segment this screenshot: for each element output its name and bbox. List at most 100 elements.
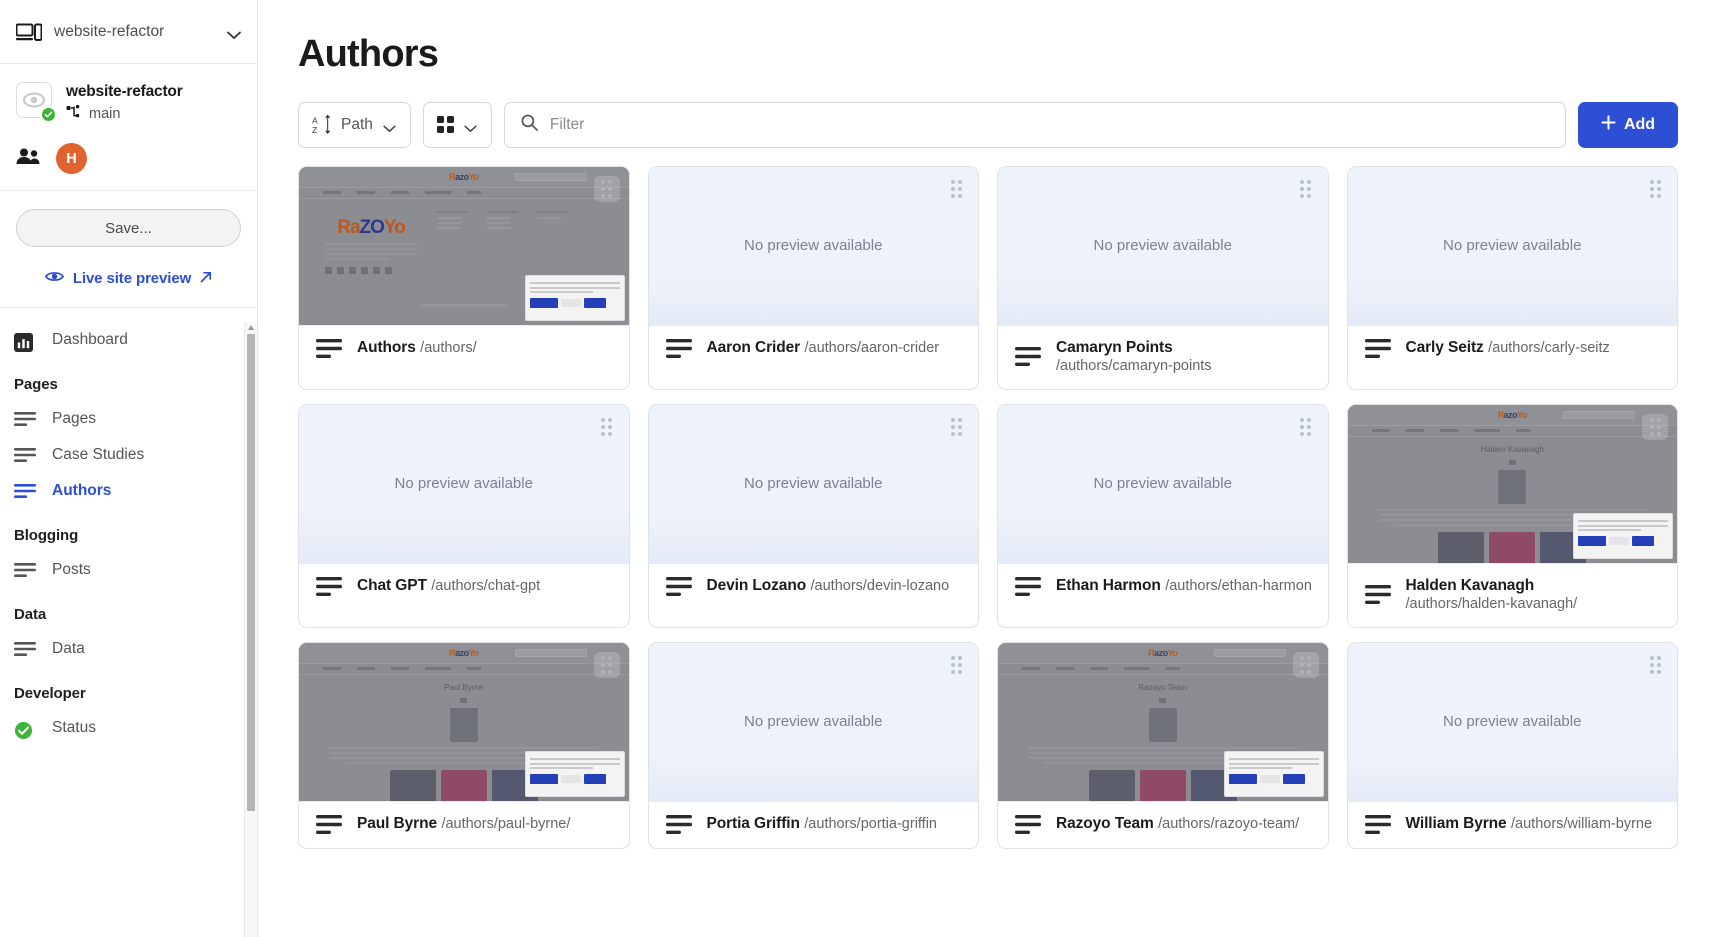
drag-handle-icon[interactable] [943,414,969,440]
no-preview-label: No preview available [1094,475,1232,492]
sidebar-scrollbar[interactable] [244,322,257,937]
card-title: Chat GPT [357,577,427,594]
scrollbar-thumb[interactable] [247,334,255,811]
card-preview: No preview available [649,405,979,563]
drag-handle-icon[interactable] [943,652,969,678]
card-footer: Halden Kavanagh /authors/halden-kavanagh… [1348,563,1678,627]
sidebar-group-pages: Pages [0,358,257,401]
project-selector[interactable]: website-refactor [0,0,257,64]
author-card[interactable]: No preview available Portia Griffin /aut… [648,642,980,849]
sidebar-group-blogging: Blogging [0,509,257,552]
card-footer: Carly Seitz /authors/carly-seitz [1348,325,1678,372]
members-row[interactable]: H [16,143,241,174]
sort-dropdown[interactable]: A Z Path [298,102,411,148]
page-lines-icon [316,339,342,358]
card-path: /authors/devin-lozano [811,578,950,594]
author-card[interactable]: No preview available Aaron Crider /autho… [648,166,980,390]
add-button[interactable]: Add [1578,102,1678,148]
preview-screenshot: RazoYo Paul Byrne [299,643,629,801]
page-lines-icon [1365,339,1391,358]
sidebar: website-refactor website-refactor [0,0,258,937]
card-title: Carly Seitz [1406,339,1484,356]
search-input[interactable] [550,116,1549,134]
card-title: Portia Griffin [707,815,800,832]
sidebar-item-dashboard[interactable]: Dashboard [0,322,257,358]
author-card[interactable]: No preview available Ethan Harmon /autho… [997,404,1329,628]
preview-cookie-banner [1573,513,1673,559]
sidebar-item-authors[interactable]: Authors [0,473,257,509]
eye-icon [45,270,64,287]
card-title: Camaryn Points [1056,339,1173,356]
external-link-icon [200,270,212,287]
author-card[interactable]: No preview available Devin Lozano /autho… [648,404,980,628]
live-site-preview-link[interactable]: Live site preview [16,257,241,299]
card-title: Razoyo Team [1056,815,1154,832]
page-lines-icon [1015,815,1041,834]
avatar[interactable]: H [56,143,87,174]
card-preview: RazoYo RaZOYo [299,167,629,325]
scroll-up-arrow-icon[interactable] [248,325,254,330]
project-selector-label: website-refactor [54,23,215,41]
card-path: /authors/chat-gpt [431,578,540,594]
sidebar-item-label: Posts [52,561,91,579]
drag-handle-icon[interactable] [1293,176,1319,202]
card-preview: No preview available [649,167,979,325]
project-thumbnail [16,82,52,118]
sidebar-item-data[interactable]: Data [0,631,257,667]
sidebar-item-posts[interactable]: Posts [0,552,257,588]
author-card[interactable]: RazoYo Halden Kavanagh [1347,404,1679,628]
drag-handle-icon[interactable] [1293,414,1319,440]
author-card[interactable]: No preview available Chat GPT /authors/c… [298,404,630,628]
no-preview-label: No preview available [1443,713,1581,730]
no-preview-label: No preview available [744,475,882,492]
author-card[interactable]: No preview available Camaryn Points /aut… [997,166,1329,390]
drag-handle-icon[interactable] [1642,652,1668,678]
page-lines-icon [1365,585,1391,604]
author-card[interactable]: No preview available Carly Seitz /author… [1347,166,1679,390]
card-path: /authors/ethan-harmon [1165,578,1312,594]
card-footer: Aaron Crider /authors/aaron-crider [649,325,979,372]
card-footer: William Byrne /authors/william-byrne [1348,801,1678,848]
sidebar-item-label: Authors [52,482,111,500]
preview-screenshot: RazoYo Razoyo Team [998,643,1328,801]
grid-view-icon [437,116,454,133]
plus-icon [1601,115,1616,135]
sidebar-item-status[interactable]: Status [0,710,257,746]
app-root: website-refactor website-refactor [0,0,1724,937]
drag-handle-icon[interactable] [1293,652,1319,678]
sidebar-item-case-studies[interactable]: Case Studies [0,437,257,473]
chevron-down-icon [227,27,241,36]
svg-text:A: A [312,116,318,126]
preview-cookie-banner [525,275,625,321]
no-preview-label: No preview available [744,237,882,254]
drag-handle-icon[interactable] [594,414,620,440]
view-mode-dropdown[interactable] [423,102,492,148]
drag-handle-icon[interactable] [943,176,969,202]
devices-icon [16,22,42,42]
chart-bar-icon [14,333,36,347]
sidebar-item-pages[interactable]: Pages [0,401,257,437]
card-preview: RazoYo Razoyo Team [998,643,1328,801]
card-title: Halden Kavanagh [1406,577,1535,594]
drag-handle-icon[interactable] [1642,176,1668,202]
sidebar-nav: DashboardPages Pages Case Studies Author… [0,307,257,937]
no-preview-label: No preview available [744,713,882,730]
card-title: William Byrne [1406,815,1507,832]
preview-cookie-banner [1224,751,1324,797]
preview-screenshot: RazoYo RaZOYo [299,167,629,325]
filter-search-box[interactable] [504,102,1566,148]
card-footer: Portia Griffin /authors/portia-griffin [649,801,979,848]
drag-handle-icon[interactable] [1642,414,1668,440]
authors-grid: RazoYo RaZOYo [298,166,1678,849]
card-preview: No preview available [299,405,629,563]
drag-handle-icon[interactable] [594,176,620,202]
card-preview: No preview available [1348,643,1678,801]
drag-handle-icon[interactable] [594,652,620,678]
author-card[interactable]: RazoYo RaZOYo [298,166,630,390]
author-card[interactable]: RazoYo Paul Byrne [298,642,630,849]
save-button[interactable]: Save... [16,209,241,247]
add-button-label: Add [1624,116,1655,134]
svg-text:Z: Z [312,125,317,134]
author-card[interactable]: RazoYo Razoyo Team [997,642,1329,849]
author-card[interactable]: No preview available William Byrne /auth… [1347,642,1679,849]
